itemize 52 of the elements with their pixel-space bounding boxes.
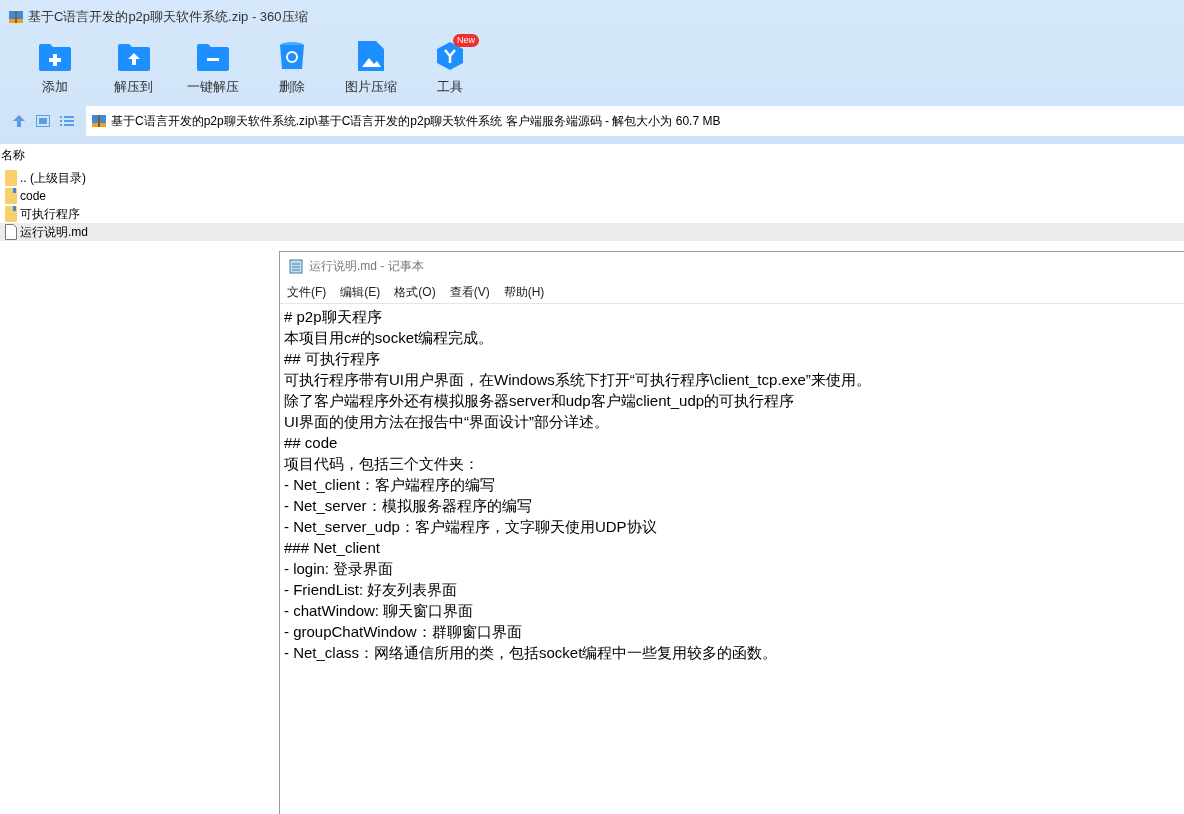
toolbar-button[interactable]: 删除 xyxy=(252,34,331,96)
text-line: 除了客户端程序外还有模拟服务器server和udp客户端client_udp的可执行程序 xyxy=(284,391,795,411)
up-arrow-icon[interactable] xyxy=(12,114,26,128)
toolbar-button[interactable]: 图片压缩 xyxy=(331,34,410,96)
toolbar-button[interactable]: 一键解压 xyxy=(173,34,252,96)
menu-item[interactable]: 查看(V) xyxy=(449,282,490,301)
folder-plus-icon xyxy=(38,42,71,71)
menu-item[interactable]: 编辑(E) xyxy=(340,282,381,301)
file-row[interactable]: 运行说明.md xyxy=(0,223,1184,241)
text-line: - Net_class：网络通信所用的类，包括socket编程中一些复用较多的函数。 xyxy=(284,643,778,663)
menu-item[interactable]: 文件(F) xyxy=(287,282,327,301)
folder-icon xyxy=(5,170,17,186)
new-badge: New xyxy=(453,34,479,47)
text-line: - Net_server：模拟服务器程序的编写 xyxy=(284,496,532,516)
file-row[interactable]: 可执行程序 xyxy=(0,205,1184,223)
text-line: - Net_server_udp：客户端程序，文字聊天使用UDP协议 xyxy=(284,517,657,537)
text-line: ## 可执行程序 xyxy=(284,349,380,369)
toolbar-button[interactable]: New 工具 xyxy=(410,34,489,96)
text-line: - login: 登录界面 xyxy=(284,559,394,579)
thumbnail-view-icon[interactable] xyxy=(36,115,50,127)
folder-arrow-icon xyxy=(117,42,150,71)
notepad-icon xyxy=(288,258,304,274)
text-line: ## code xyxy=(284,433,338,453)
toolbar-button[interactable]: 添加 xyxy=(15,34,94,96)
file-row[interactable]: code xyxy=(0,187,1184,205)
toolbar-button[interactable]: 解压到 xyxy=(94,34,173,96)
folder-icon xyxy=(5,188,17,204)
archive-icon xyxy=(91,113,107,129)
file-row[interactable]: .. (上级目录) xyxy=(0,169,1184,187)
list-view-icon[interactable] xyxy=(60,115,74,127)
text-line: - Net_client：客户端程序的编写 xyxy=(284,475,495,495)
text-line: - FriendList: 好友列表界面 xyxy=(284,580,458,600)
text-line: # p2p聊天程序 xyxy=(284,307,382,327)
text-line: 本项目用c#的socket编程完成。 xyxy=(284,328,494,348)
folder-icon xyxy=(5,206,17,222)
document-icon xyxy=(5,224,17,240)
menu-item[interactable]: 格式(O) xyxy=(394,282,436,301)
image-file-icon xyxy=(357,40,384,71)
archive-icon xyxy=(8,9,24,25)
trash-bin-icon xyxy=(278,40,305,71)
text-line: ### Net_client xyxy=(284,538,380,558)
window-title: 基于C语言开发的p2p聊天软件系统.zip - 360压缩 xyxy=(28,8,308,27)
menu-item[interactable]: 帮助(H) xyxy=(503,282,545,301)
text-line: - chatWindow: 聊天窗口界面 xyxy=(284,601,474,621)
text-line: UI界面的使用方法在报告中“界面设计”部分详述。 xyxy=(284,412,609,432)
folder-minus-icon xyxy=(196,42,229,71)
text-line: - groupChatWindow：群聊窗口界面 xyxy=(284,622,522,642)
address-bar[interactable]: 基于C语言开发的p2p聊天软件系统.zip\基于C语言开发的p2p聊天软件系统 客户端服务端源码 - 解包大小为 60.7 MB xyxy=(86,106,1184,136)
column-header[interactable]: 名称 xyxy=(0,146,25,164)
notepad-title: 运行说明.md - 记事本 xyxy=(309,258,424,275)
text-line: 项目代码，包括三个文件夹： xyxy=(284,454,479,474)
text-line: 可执行程序带有UI用户界面，在Windows系统下打开“可执行程序\client_tcp.exe”来使用。 xyxy=(284,370,871,390)
